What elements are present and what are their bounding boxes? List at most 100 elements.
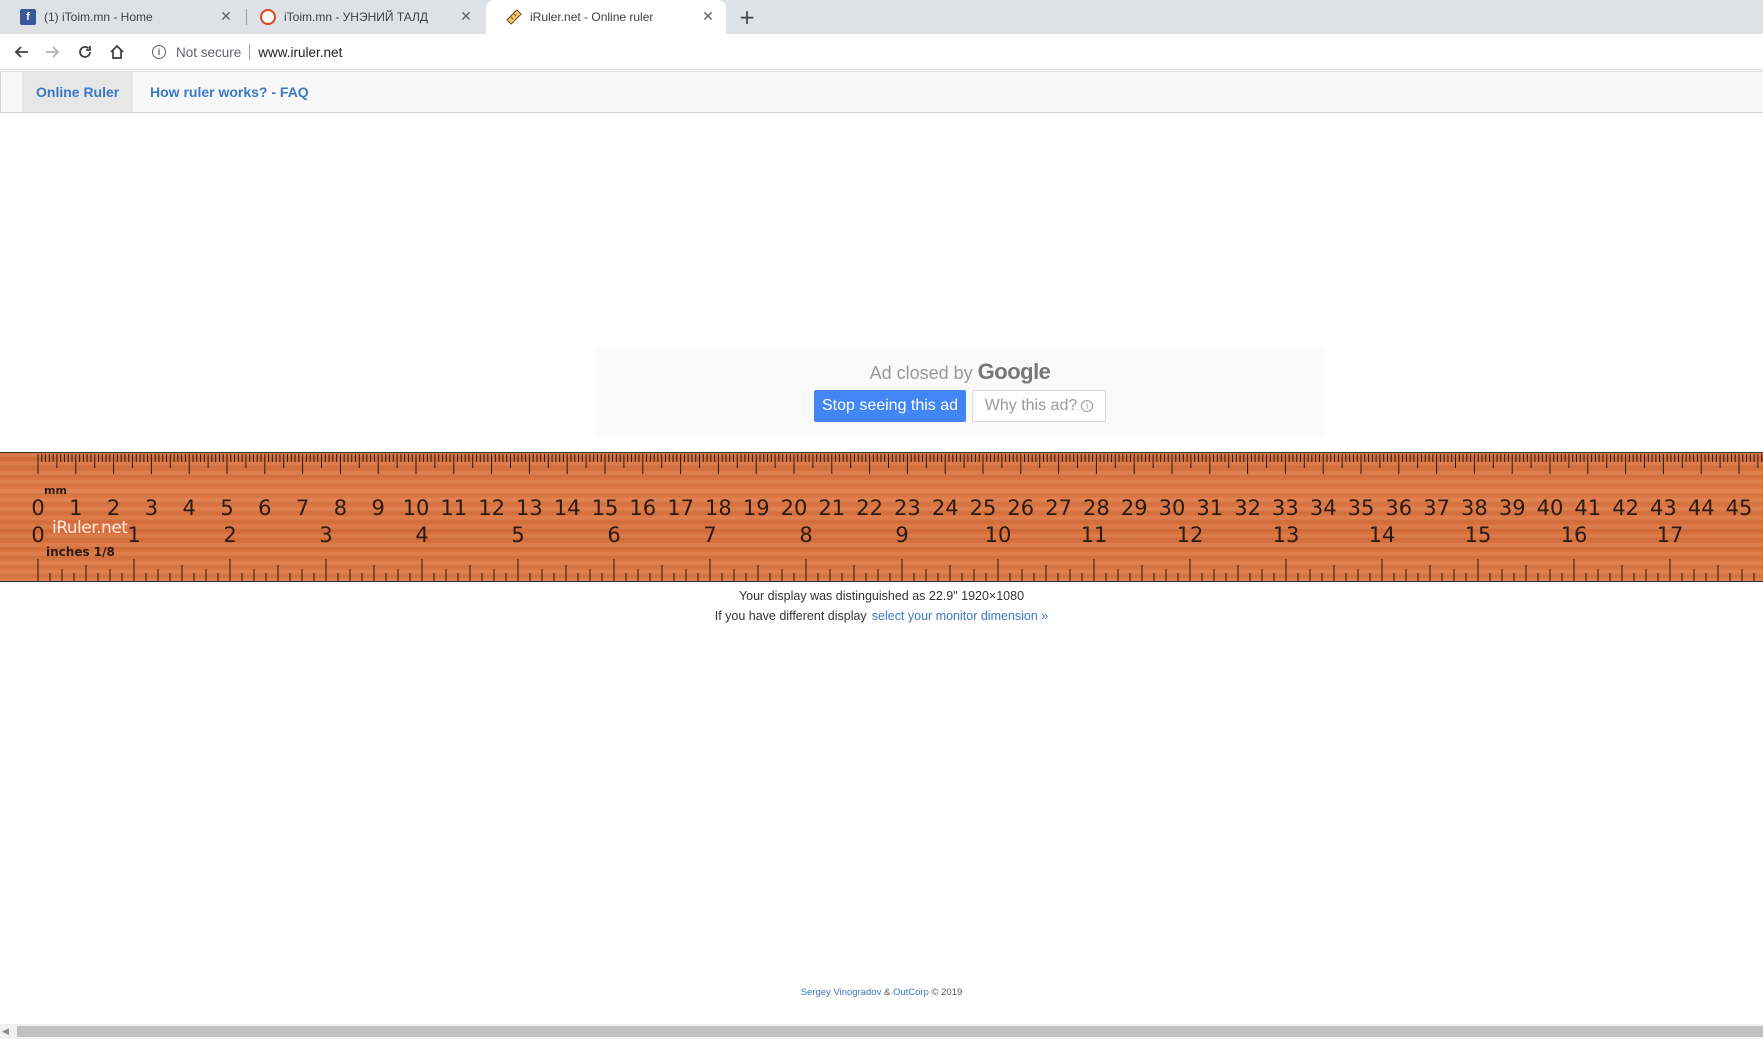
ad-closed-prefix: Ad closed by bbox=[869, 363, 973, 383]
inch-label: 17 bbox=[1657, 523, 1684, 547]
cm-label: 33 bbox=[1272, 496, 1299, 520]
info-icon: i bbox=[1081, 399, 1094, 412]
tab-iruler[interactable]: iRuler.net - Online ruler ✕ bbox=[486, 0, 726, 34]
address-bar[interactable]: i Not secure www.iruler.net bbox=[142, 38, 1763, 66]
cm-label: 7 bbox=[296, 496, 309, 520]
cm-label: 40 bbox=[1537, 496, 1564, 520]
author-link[interactable]: Sergey Vinogradov bbox=[801, 987, 882, 998]
inch-label: 1 bbox=[127, 523, 140, 547]
tab-itoim-talad[interactable]: iToim.mn - УНЭНИЙ ТАЛД ✕ bbox=[240, 0, 484, 34]
display-different: If you have different display select you… bbox=[0, 605, 1763, 624]
browser-toolbar: i Not secure www.iruler.net bbox=[0, 34, 1763, 70]
cm-label: 4 bbox=[183, 496, 196, 520]
cm-label: 15 bbox=[592, 496, 619, 520]
horizontal-scrollbar[interactable]: ◀ bbox=[0, 1024, 1763, 1039]
cm-label: 21 bbox=[818, 496, 845, 520]
ruler-brand: iRuler.net bbox=[52, 518, 128, 538]
forward-button[interactable] bbox=[42, 41, 64, 63]
cm-label: 16 bbox=[629, 496, 656, 520]
itoim-icon bbox=[260, 9, 276, 25]
cm-label: 9 bbox=[372, 496, 385, 520]
cm-label: 34 bbox=[1310, 496, 1337, 520]
copyright-text: © 2019 bbox=[928, 987, 963, 998]
display-different-text: If you have different display bbox=[714, 609, 867, 623]
inch-label: 8 bbox=[799, 523, 812, 547]
footer: Sergey Vinogradov & OutCorp © 2019 bbox=[0, 987, 1763, 998]
site-navbar: Online Ruler How ruler works? - FAQ bbox=[0, 71, 1763, 113]
inch-label: 5 bbox=[511, 523, 524, 547]
cm-label: 18 bbox=[705, 496, 732, 520]
cm-label: 13 bbox=[516, 496, 543, 520]
ruler-scale: 0 1 2 3 4 5 6 7 8 9 10 11 12 13 14 15 16 17 18 19 20 21 22 23 24… bbox=[31, 454, 1763, 581]
cm-label: 28 bbox=[1083, 496, 1110, 520]
cm-label: 31 bbox=[1196, 496, 1223, 520]
back-button[interactable] bbox=[10, 41, 32, 63]
security-label: Not secure bbox=[176, 44, 242, 60]
stop-seeing-ad-button[interactable]: Stop seeing this ad bbox=[814, 390, 966, 422]
home-button[interactable] bbox=[106, 41, 128, 63]
inch-label: 11 bbox=[1081, 523, 1108, 547]
home-icon bbox=[110, 44, 124, 59]
cm-label: 37 bbox=[1423, 496, 1450, 520]
inch-label: 2 bbox=[223, 523, 236, 547]
inch-label: 15 bbox=[1465, 523, 1492, 547]
why-this-ad-button[interactable]: Why this ad? i bbox=[972, 390, 1106, 422]
scrollbar-thumb[interactable] bbox=[17, 1026, 1763, 1037]
ad-closed-panel: Ad closed by Google Stop seeing this ad … bbox=[596, 347, 1324, 437]
close-icon[interactable]: ✕ bbox=[700, 8, 716, 24]
cm-label: 6 bbox=[258, 496, 271, 520]
why-this-ad-label: Why this ad? bbox=[984, 397, 1078, 414]
inch-label: 14 bbox=[1369, 523, 1396, 547]
display-detected-text: Your display was distinguished as 22.9" … bbox=[738, 589, 1025, 603]
cm-label: 5 bbox=[220, 496, 233, 520]
cm-label: 19 bbox=[743, 496, 770, 520]
new-tab-button[interactable]: + bbox=[736, 6, 758, 28]
reload-button[interactable] bbox=[74, 41, 96, 63]
cm-label: 32 bbox=[1234, 496, 1261, 520]
cm-label: 35 bbox=[1348, 496, 1375, 520]
inch-label: 6 bbox=[607, 523, 620, 547]
inch-label: 7 bbox=[703, 523, 716, 547]
cm-label: 0 bbox=[31, 496, 44, 520]
cm-label: 45 bbox=[1726, 496, 1753, 520]
cm-label: 3 bbox=[145, 496, 158, 520]
cm-label: 10 bbox=[403, 496, 430, 520]
close-icon[interactable]: ✕ bbox=[458, 8, 474, 24]
cm-label: 30 bbox=[1159, 496, 1186, 520]
ruler[interactable]: 0 1 2 3 4 5 6 7 8 9 10 11 12 13 14 15 16 17 18 19 20 21 22 23 24… bbox=[0, 452, 1763, 582]
cm-label: 43 bbox=[1650, 496, 1677, 520]
cm-label: 11 bbox=[440, 496, 467, 520]
inch-label: 4 bbox=[415, 523, 428, 547]
cm-label: 38 bbox=[1461, 496, 1488, 520]
cm-label: 8 bbox=[334, 496, 347, 520]
scroll-left-icon[interactable]: ◀ bbox=[2, 1027, 9, 1037]
company-link[interactable]: OutCorp bbox=[893, 987, 929, 998]
close-icon[interactable]: ✕ bbox=[218, 8, 234, 24]
tab-title: (1) iToim.mn - Home bbox=[44, 10, 153, 24]
tab-itoim-home[interactable]: f (1) iToim.mn - Home ✕ bbox=[0, 0, 244, 34]
cm-label: 23 bbox=[894, 496, 921, 520]
nav-faq[interactable]: How ruler works? - FAQ bbox=[136, 72, 323, 112]
inch-label: 3 bbox=[319, 523, 332, 547]
ad-closed-text: Ad closed by Google bbox=[596, 359, 1324, 385]
cm-label: 42 bbox=[1612, 496, 1639, 520]
url-text[interactable]: www.iruler.net bbox=[258, 45, 342, 60]
nav-online-ruler[interactable]: Online Ruler bbox=[22, 72, 134, 112]
cm-label: 25 bbox=[970, 496, 997, 520]
cm-label: 22 bbox=[856, 496, 883, 520]
cm-label: 2 bbox=[107, 496, 120, 520]
select-monitor-link[interactable]: select your monitor dimension » bbox=[872, 609, 1048, 623]
footer-amp: & bbox=[881, 987, 893, 998]
inch-label: 13 bbox=[1273, 523, 1300, 547]
cm-label: 20 bbox=[781, 496, 808, 520]
cm-label: 29 bbox=[1121, 496, 1148, 520]
google-logo: Google bbox=[977, 359, 1051, 384]
cm-label: 36 bbox=[1385, 496, 1412, 520]
tab-strip: f (1) iToim.mn - Home ✕ iToim.mn - УНЭНИ… bbox=[0, 0, 1763, 34]
display-detected: Your display was distinguished as 22.9" … bbox=[0, 585, 1763, 604]
omnibox-divider bbox=[249, 44, 251, 60]
info-icon[interactable]: i bbox=[152, 45, 166, 59]
cm-label: 14 bbox=[554, 496, 581, 520]
inch-label: 12 bbox=[1177, 523, 1204, 547]
facebook-icon: f bbox=[20, 9, 36, 25]
